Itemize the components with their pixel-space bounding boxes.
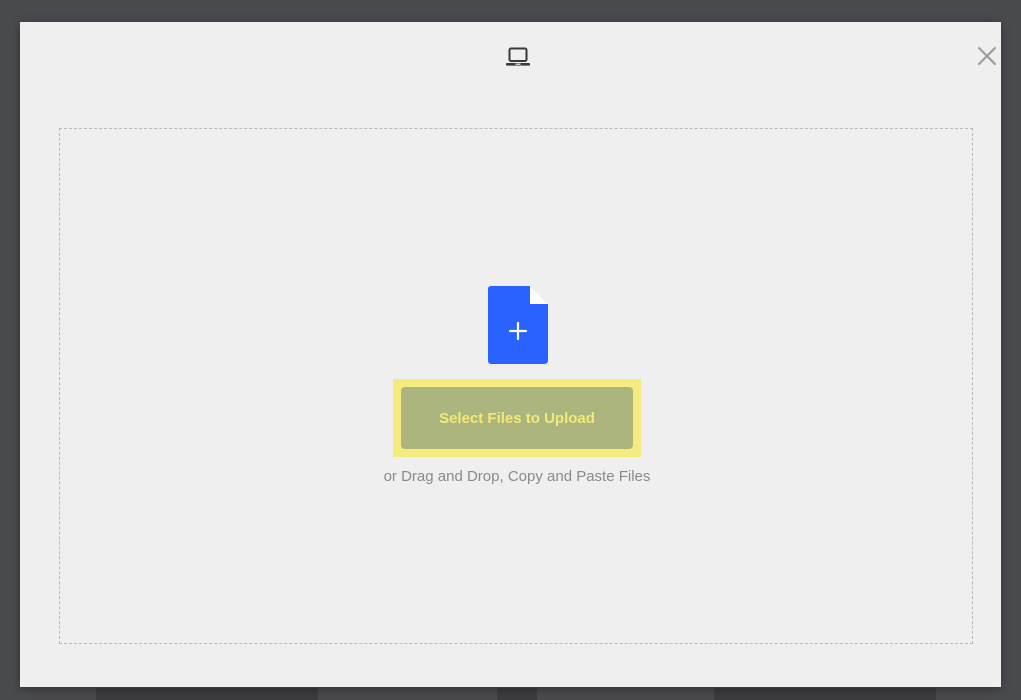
- backdrop-strip-left: [96, 688, 318, 700]
- close-button[interactable]: [975, 44, 999, 68]
- close-icon: [978, 47, 996, 65]
- file-add-icon-svg: [488, 286, 548, 364]
- select-files-button[interactable]: Select Files to Upload: [401, 387, 633, 449]
- upload-dialog: Select Files to Upload or Drag and Drop,…: [20, 22, 1001, 687]
- drop-zone[interactable]: Select Files to Upload or Drag and Drop,…: [59, 128, 973, 644]
- backdrop-strip-middle: [497, 688, 537, 700]
- backdrop-strip-right: [714, 688, 936, 700]
- laptop-icon-svg: [506, 47, 530, 66]
- select-files-highlight: Select Files to Upload: [393, 379, 641, 457]
- laptop-icon[interactable]: [504, 45, 532, 69]
- file-add-icon: [488, 286, 548, 364]
- drag-drop-hint: or Drag and Drop, Copy and Paste Files: [383, 468, 651, 485]
